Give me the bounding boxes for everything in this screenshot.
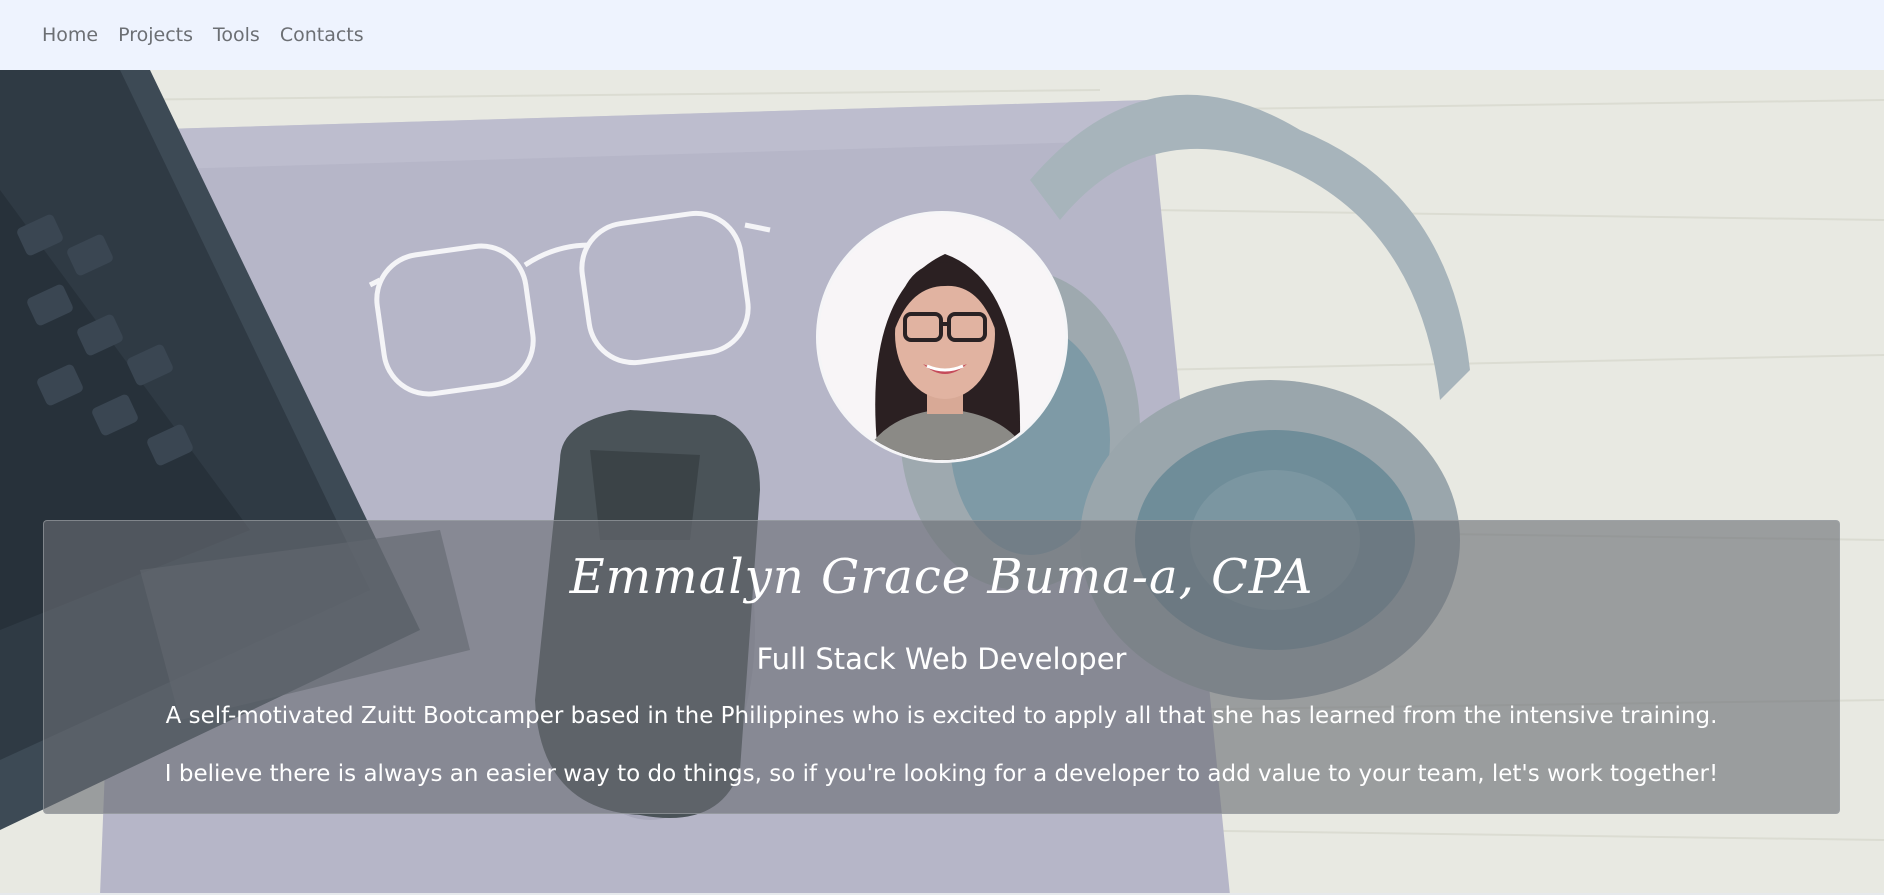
hero-role: Full Stack Web Developer: [756, 642, 1127, 676]
nav-link-contacts[interactable]: Contacts: [280, 24, 364, 46]
profile-avatar: [816, 211, 1068, 463]
hero-description-1: A self-motivated Zuitt Bootcamper based …: [165, 703, 1718, 729]
hero-name: Emmalyn Grace Buma-a, CPA: [569, 549, 1314, 605]
hero-section: Emmalyn Grace Buma-a, CPA Full Stack Web…: [0, 70, 1884, 895]
nav-link-tools[interactable]: Tools: [213, 24, 260, 46]
nav-link-home[interactable]: Home: [42, 24, 98, 46]
intro-card: Emmalyn Grace Buma-a, CPA Full Stack Web…: [43, 520, 1840, 814]
navbar: Home Projects Tools Contacts: [0, 0, 1884, 70]
hero-description-2: I believe there is always an easier way …: [164, 761, 1719, 787]
nav-link-projects[interactable]: Projects: [118, 24, 193, 46]
